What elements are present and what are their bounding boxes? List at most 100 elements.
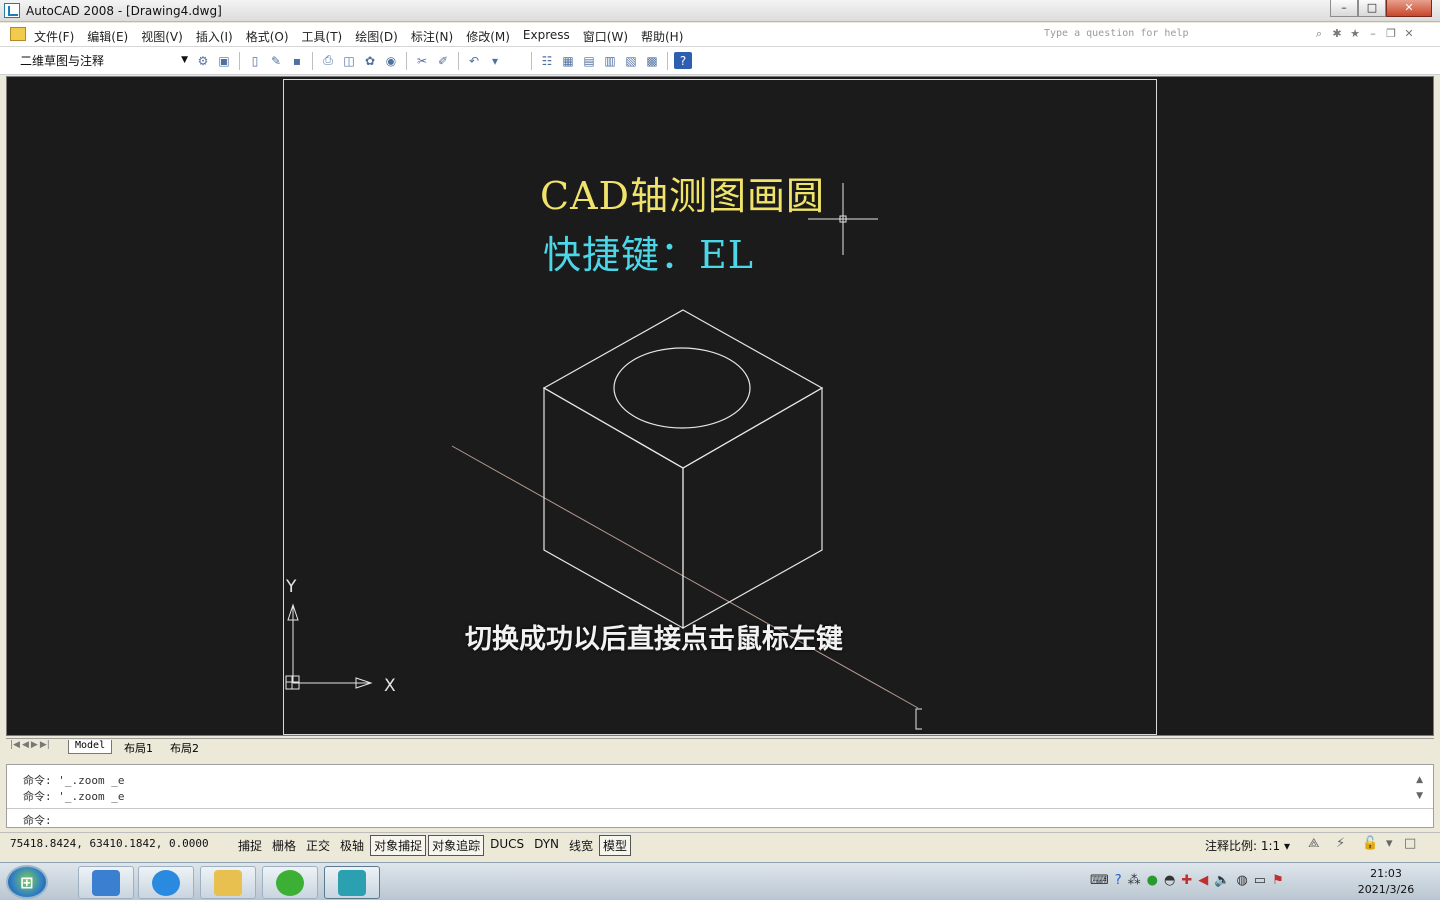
match-properties-icon[interactable]: ✐ — [434, 52, 452, 69]
search-icon[interactable]: ⌕ — [1312, 27, 1326, 41]
layout-tabs: |◀ ◀ ▶ ▶| Model 布局1 布局2 — [6, 738, 1434, 755]
annotation-scale[interactable]: 注释比例: 1:1 ▾ — [1205, 837, 1290, 854]
toolbar-separator — [667, 52, 668, 70]
taskbar-app-browser[interactable] — [138, 866, 194, 899]
lineweight-toggle[interactable]: 线宽 — [565, 835, 597, 856]
doc-minimize-icon[interactable]: – — [1366, 27, 1380, 41]
volume-icon[interactable]: 🔈 — [1214, 873, 1230, 888]
prev-tab-icon[interactable]: ◀ — [22, 740, 29, 750]
scroll-up-icon[interactable]: ▲ — [1416, 775, 1423, 785]
maximize-button[interactable]: □ — [1358, 0, 1386, 17]
publish-icon[interactable]: ✿ — [361, 52, 379, 69]
undo-dropdown-icon[interactable]: ▾ — [486, 52, 504, 69]
design-center-icon[interactable]: ▦ — [559, 52, 577, 69]
first-tab-icon[interactable]: |◀ — [10, 740, 20, 750]
save-workspace-icon[interactable]: ▣ — [215, 52, 233, 69]
model-toggle[interactable]: 模型 — [599, 835, 632, 856]
menu-draw[interactable]: 绘图(D) — [355, 28, 405, 45]
properties-icon[interactable]: ☷ — [538, 52, 556, 69]
workspace-settings-icon[interactable]: ⚙ — [194, 52, 212, 69]
next-tab-icon[interactable]: ▶ — [31, 740, 38, 750]
lock-icon[interactable]: 🔓 — [1362, 836, 1378, 851]
doc-restore-icon[interactable]: ❐ — [1384, 27, 1398, 41]
redo-icon[interactable] — [507, 52, 525, 69]
tab-layout1[interactable]: 布局1 — [118, 740, 159, 755]
doc-close-icon[interactable]: ✕ — [1402, 27, 1416, 41]
menu-window[interactable]: 窗口(W) — [583, 28, 635, 45]
menu-insert[interactable]: 插入(I) — [196, 28, 240, 45]
taskbar-app-folder[interactable] — [200, 866, 256, 899]
dyn-toggle[interactable]: DYN — [530, 835, 563, 856]
open-file-icon[interactable]: ✎ — [267, 52, 285, 69]
qq-icon[interactable]: ◓ — [1164, 873, 1175, 888]
markup-icon[interactable]: ▧ — [622, 52, 640, 69]
osnap-toggle[interactable]: 对象捕捉 — [370, 835, 427, 856]
window-controls: – □ ✕ — [1330, 0, 1432, 17]
undo-icon[interactable]: ↶ — [465, 52, 483, 69]
menu-view[interactable]: 视图(V) — [141, 28, 190, 45]
flag-icon[interactable]: ◀ — [1198, 873, 1208, 888]
plot-preview-icon[interactable]: ◫ — [340, 52, 358, 69]
menu-express[interactable]: Express — [523, 28, 577, 45]
document-icon[interactable] — [10, 27, 26, 41]
menu-format[interactable]: 格式(O) — [246, 28, 296, 45]
menu-dimension[interactable]: 标注(N) — [411, 28, 460, 45]
display-icon[interactable]: ▭ — [1254, 873, 1266, 888]
menu-modify[interactable]: 修改(M) — [466, 28, 517, 45]
clean-screen-icon[interactable]: □ — [1404, 836, 1416, 851]
coordinate-readout[interactable]: 75418.8424, 63410.1842, 0.0000 — [10, 837, 209, 850]
otrack-toggle[interactable]: 对象追踪 — [428, 835, 485, 856]
minimize-button[interactable]: – — [1330, 0, 1358, 17]
favorites-icon[interactable]: ★ — [1348, 27, 1362, 41]
action-center-icon[interactable]: ⚑ — [1272, 873, 1284, 888]
taskbar-app-autocad[interactable] — [324, 866, 380, 899]
menu-tools[interactable]: 工具(T) — [302, 28, 350, 45]
tab-layout2[interactable]: 布局2 — [164, 740, 205, 755]
close-button[interactable]: ✕ — [1386, 0, 1432, 17]
help-search-input[interactable]: Type a question for help — [1044, 28, 1189, 39]
help-icon[interactable]: ? — [1115, 873, 1122, 888]
new-file-icon[interactable]: ▯ — [246, 52, 264, 69]
clock-date: 2021/3/26 — [1357, 883, 1415, 896]
antivirus-icon[interactable]: ✚ — [1181, 873, 1192, 888]
grid-toggle[interactable]: 栅格 — [268, 835, 300, 856]
sheet-set-icon[interactable]: ▥ — [601, 52, 619, 69]
chevron-down-icon: ▾ — [1284, 839, 1291, 853]
snap-toggle[interactable]: 捕捉 — [234, 835, 266, 856]
ortho-toggle[interactable]: 正交 — [302, 835, 334, 856]
scroll-down-icon[interactable]: ▼ — [1416, 791, 1423, 801]
start-button[interactable]: ⊞ — [6, 865, 48, 899]
wechat-tray-icon[interactable]: ● — [1147, 873, 1158, 888]
folder-icon — [214, 869, 242, 896]
keyboard-icon[interactable]: ⌨ — [1090, 873, 1109, 888]
network-icon[interactable]: ◍ — [1236, 873, 1247, 888]
toolbar-separator — [239, 52, 240, 70]
polar-toggle[interactable]: 极轴 — [336, 835, 368, 856]
command-input[interactable]: 命令: — [7, 808, 1433, 828]
title-bar[interactable]: AutoCAD 2008 - [Drawing4.dwg] – □ ✕ — [0, 0, 1440, 22]
menu-edit[interactable]: 编辑(E) — [87, 28, 135, 45]
help-icon[interactable]: ? — [674, 52, 692, 69]
print-icon[interactable]: ⎙ — [319, 52, 337, 69]
ime-icon[interactable]: ⁂ — [1128, 873, 1141, 888]
autocad-app-icon[interactable] — [4, 3, 20, 18]
toolbar-separator — [531, 52, 532, 70]
menu-file[interactable]: 文件(F) — [34, 28, 81, 45]
taskbar-app-explorer-grid[interactable] — [78, 866, 134, 899]
ducs-toggle[interactable]: DUCS — [486, 835, 528, 856]
menu-help[interactable]: 帮助(H) — [641, 28, 690, 45]
chevron-down-icon[interactable]: ▾ — [1386, 836, 1393, 851]
tab-model[interactable]: Model — [68, 740, 113, 754]
taskbar-app-wechat[interactable] — [262, 866, 318, 899]
system-clock[interactable]: 21:03 2021/3/26 — [1350, 866, 1422, 898]
workspace-dropdown[interactable]: 二维草图与注释 ▼ — [20, 52, 188, 70]
tool-palettes-icon[interactable]: ▤ — [580, 52, 598, 69]
last-tab-icon[interactable]: ▶| — [40, 740, 50, 750]
annotation-visibility-icon[interactable]: ⟁ — [1308, 836, 1320, 851]
save-file-icon[interactable]: ▪ — [288, 52, 306, 69]
auto-scale-icon[interactable]: ⚡ — [1336, 836, 1345, 851]
cut-icon[interactable]: ✂ — [413, 52, 431, 69]
calculator-icon[interactable]: ▩ — [643, 52, 661, 69]
communication-center-icon[interactable]: ✱ — [1330, 27, 1344, 41]
3d-dwf-icon[interactable]: ◉ — [382, 52, 400, 69]
